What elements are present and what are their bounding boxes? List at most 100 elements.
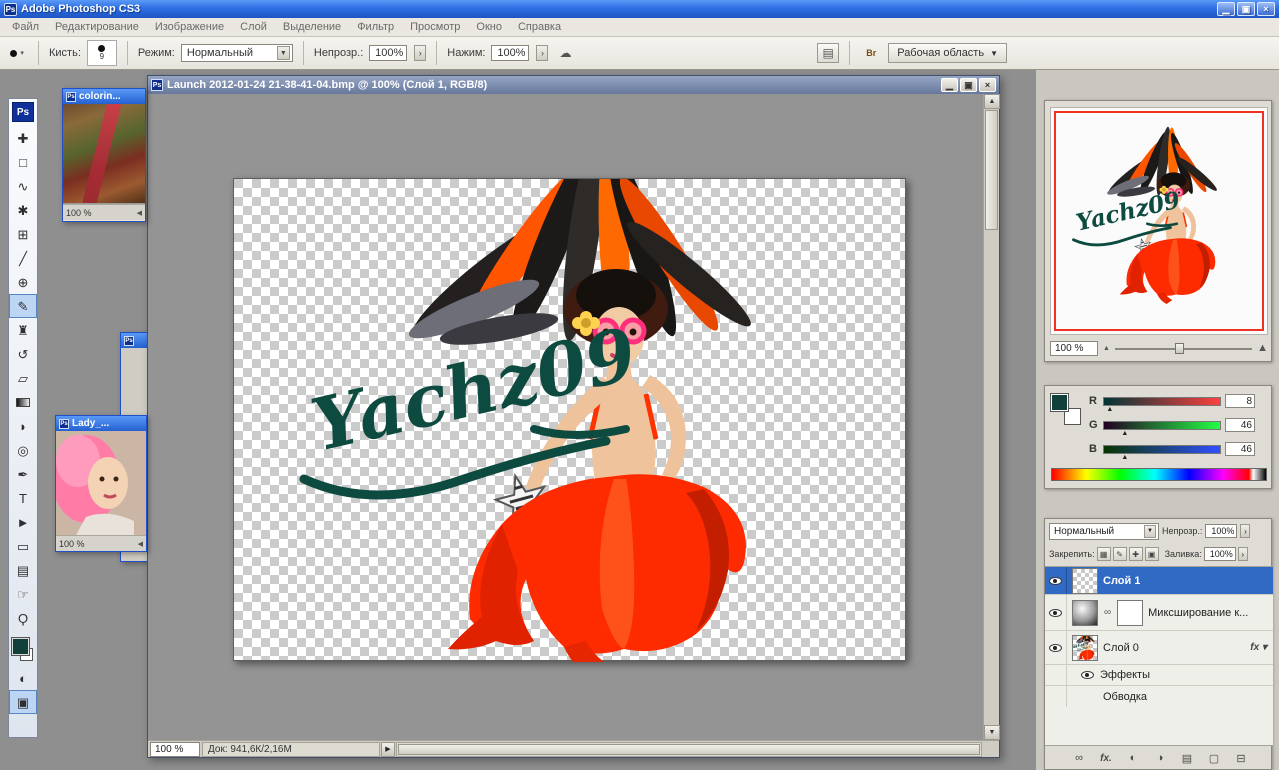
layer-name[interactable]: Слой 0	[1103, 642, 1139, 654]
flow-stepper[interactable]: ›	[536, 45, 549, 61]
slider-knob[interactable]	[1175, 343, 1185, 354]
notes-tool[interactable]: ▤	[9, 558, 37, 582]
layer-row-stroke[interactable]: Обводка	[1045, 686, 1273, 707]
menu-window[interactable]: Окно	[468, 18, 510, 36]
visibility-eye-icon[interactable]	[1049, 643, 1062, 652]
navigator-view-rect[interactable]	[1054, 111, 1264, 331]
shape-tool[interactable]: ▭	[9, 534, 37, 558]
document-titlebar[interactable]: Ps Launch 2012-01-24 21-38-41-04.bmp @ 1…	[148, 76, 999, 94]
lock-position-icon[interactable]: ✚	[1128, 547, 1143, 561]
vertical-scrollbar[interactable]: ▲ ▼	[983, 94, 1000, 740]
zoom-out-mountain-icon[interactable]: ▲	[1103, 345, 1110, 352]
layer-fx-badge[interactable]: fx ▾	[1250, 642, 1267, 653]
layer-thumbnail[interactable]	[1072, 634, 1098, 661]
go-to-bridge-button[interactable]: Br	[860, 43, 882, 63]
app-titlebar[interactable]: Ps Adobe Photoshop CS3 ▁ ▣ ×	[0, 0, 1279, 18]
color-spectrum-ramp[interactable]	[1051, 468, 1267, 481]
layer-style-icon[interactable]: fx.	[1098, 753, 1114, 764]
vertical-scroll-thumb[interactable]	[985, 110, 998, 230]
layer-opacity-input[interactable]: 100%	[1205, 524, 1238, 538]
menu-help[interactable]: Справка	[510, 18, 569, 36]
crop-tool[interactable]: ⊞	[9, 222, 37, 246]
status-options-icon[interactable]: ▶	[381, 741, 395, 757]
document-viewport[interactable]	[148, 94, 983, 740]
layer-name[interactable]: Слой 1	[1103, 575, 1140, 587]
green-channel-value[interactable]: 46	[1225, 418, 1255, 432]
eraser-tool[interactable]: ▱	[9, 366, 37, 390]
layer-row-sloy0[interactable]: Слой 0 fx ▾	[1045, 631, 1273, 665]
visibility-eye-icon[interactable]	[1049, 608, 1062, 617]
red-channel-slider[interactable]: ▲	[1103, 396, 1221, 413]
close-button[interactable]: ×	[1257, 2, 1275, 16]
airbrush-toggle[interactable]: ☁	[554, 43, 576, 63]
path-selection-tool[interactable]: ►	[9, 510, 37, 534]
blur-tool[interactable]: ◗	[9, 414, 37, 438]
blend-mode-select[interactable]: Нормальный ▼	[180, 44, 293, 62]
colorin-image-thumbnail[interactable]	[63, 104, 145, 204]
menu-view[interactable]: Просмотр	[402, 18, 468, 36]
brush-preset-button[interactable]: 9	[86, 40, 117, 66]
quick-mask-button[interactable]: ◐	[9, 666, 37, 690]
lock-transparency-icon[interactable]: ▦	[1096, 547, 1111, 561]
lock-all-icon[interactable]: ▣	[1144, 547, 1159, 561]
foreground-color-swatch[interactable]	[1050, 393, 1069, 412]
stroke-effect-label[interactable]: Обводка	[1103, 691, 1147, 703]
layer-mask-icon[interactable]: ◐	[1125, 752, 1141, 764]
window-titlebar[interactable]: Ps colorin...	[63, 89, 145, 104]
type-tool[interactable]: T	[9, 486, 37, 510]
navigator-zoom-input[interactable]: 100 %	[1050, 340, 1098, 356]
dodge-tool[interactable]: ◎	[9, 438, 37, 462]
layer-row-sloy1[interactable]: Слой 1	[1045, 567, 1273, 595]
layer-group-icon[interactable]: ▤	[1179, 752, 1195, 765]
spot-healing-brush-tool[interactable]: ⊕	[9, 270, 37, 294]
screen-mode-button[interactable]: ▣	[9, 690, 37, 714]
doc-minimize-button[interactable]: ▁	[941, 78, 958, 92]
history-brush-tool[interactable]: ↺	[9, 342, 37, 366]
green-channel-slider[interactable]: ▲	[1103, 420, 1221, 437]
brush-tool[interactable]: ✎	[9, 294, 37, 318]
menu-file[interactable]: Файл	[4, 18, 47, 36]
opacity-stepper[interactable]: ›	[1240, 524, 1251, 538]
visibility-cell[interactable]	[1045, 631, 1067, 664]
visibility-cell[interactable]	[1045, 567, 1067, 594]
layer-blend-mode-select[interactable]: Нормальный ▼	[1049, 522, 1159, 540]
pen-tool[interactable]: ✒	[9, 462, 37, 486]
blue-channel-slider[interactable]: ▲	[1103, 444, 1221, 461]
zoom-level[interactable]: 100 %	[59, 539, 85, 549]
zoom-tool[interactable]: Ϙ	[9, 606, 37, 630]
layer-thumbnail[interactable]	[1072, 599, 1098, 626]
zoom-in-mountain-icon[interactable]: ▲	[1257, 342, 1268, 354]
zoom-level[interactable]: 100 %	[66, 208, 92, 218]
menu-edit[interactable]: Редактирование	[47, 18, 147, 36]
move-tool[interactable]: ✚	[9, 126, 37, 150]
layer-fill-input[interactable]: 100%	[1203, 547, 1236, 561]
new-layer-icon[interactable]: ▢	[1206, 752, 1222, 765]
lady-document-window[interactable]: Ps Lady_... 100 % ◀	[52, 415, 147, 552]
menu-select[interactable]: Выделение	[275, 18, 349, 36]
blue-channel-value[interactable]: 46	[1225, 442, 1255, 456]
resize-grip[interactable]	[983, 741, 999, 757]
doc-restore-button[interactable]: ▣	[960, 78, 977, 92]
visibility-eye-icon[interactable]	[1049, 576, 1062, 585]
gradient-tool[interactable]	[9, 390, 37, 414]
opacity-input[interactable]: 100%	[369, 45, 408, 61]
layer-row-mix[interactable]: ∞ Миксширование к...	[1045, 595, 1273, 631]
scroll-left-icon[interactable]: ◀	[138, 540, 143, 548]
tool-preset-picker[interactable]: ▾	[6, 43, 28, 63]
slice-tool[interactable]: ╱	[9, 246, 37, 270]
opacity-stepper[interactable]: ›	[414, 45, 427, 61]
workspace-button[interactable]: Рабочая область ▼	[888, 43, 1007, 63]
lady-image-thumbnail[interactable]	[52, 431, 146, 535]
scroll-down-icon[interactable]: ▼	[984, 725, 1000, 740]
quick-selection-tool[interactable]: ✱	[9, 198, 37, 222]
window-titlebar[interactable]: Ps Lady_...	[56, 416, 146, 431]
layer-mask-thumbnail[interactable]	[1117, 599, 1144, 626]
layer-name[interactable]: Миксширование к...	[1148, 607, 1248, 619]
scroll-up-icon[interactable]: ▲	[984, 94, 1000, 109]
lasso-tool[interactable]: ∿	[9, 174, 37, 198]
rectangular-marquee-tool[interactable]: □	[9, 150, 37, 174]
horizontal-scroll-thumb[interactable]	[398, 743, 980, 755]
red-channel-value[interactable]: 8	[1225, 394, 1255, 408]
hand-tool[interactable]: ☞	[9, 582, 37, 606]
layer-row-effects[interactable]: Эффекты	[1045, 665, 1273, 686]
